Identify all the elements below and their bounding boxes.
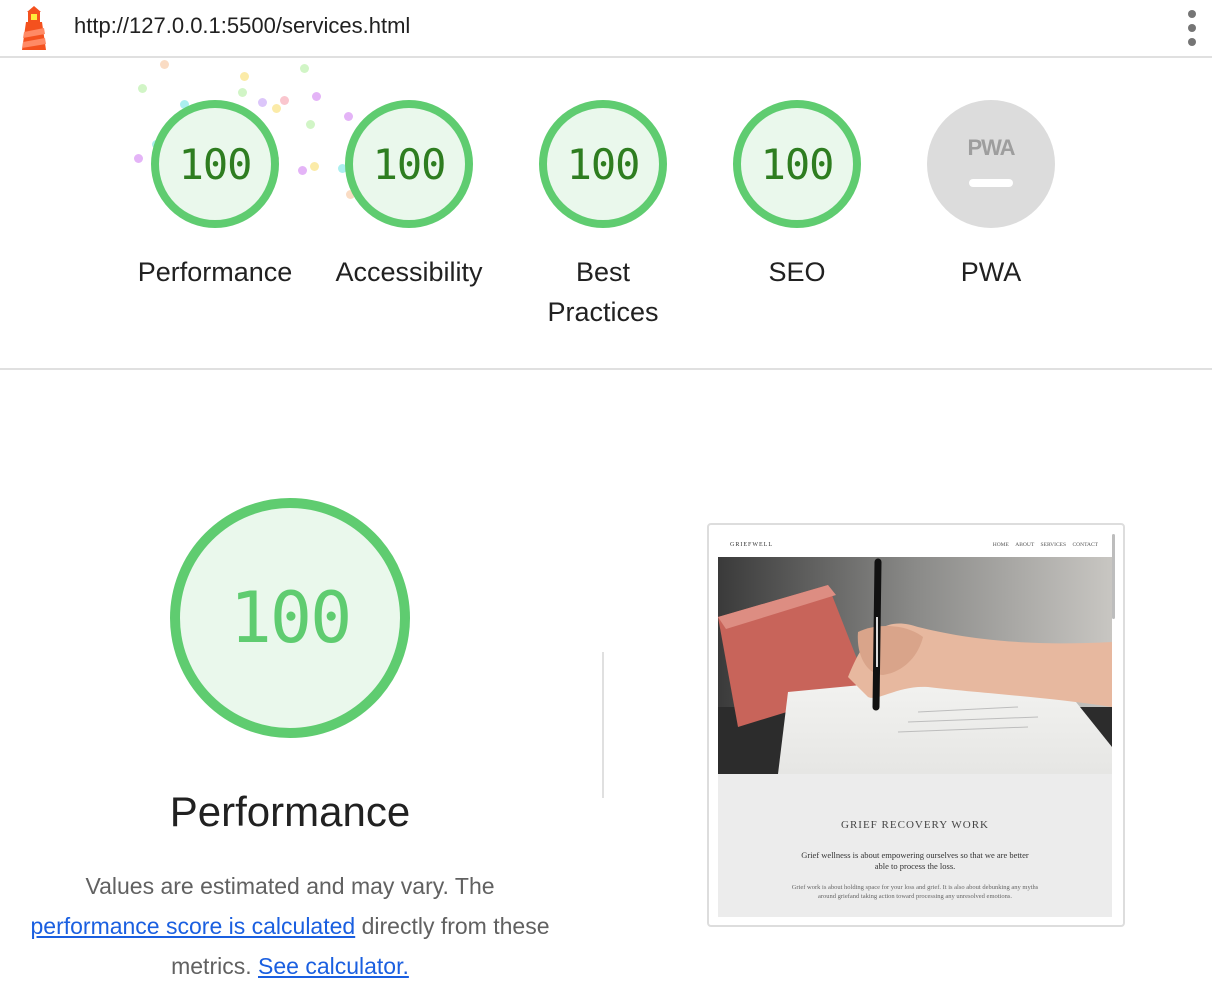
score-value: 100: [372, 139, 447, 189]
score-ring: 100: [345, 100, 473, 228]
gauge-pwa[interactable]: PWA PWA: [901, 100, 1081, 292]
screenshot-logo: GRIEFWELL: [730, 542, 773, 548]
confetti-dot: [160, 60, 169, 69]
screenshot-lead: Grief wellness is about empowering ourse…: [801, 850, 1029, 871]
page-url: http://127.0.0.1:5500/services.html: [74, 13, 411, 38]
nav-services: SERVICES: [1040, 542, 1067, 548]
score-value: 100: [566, 139, 641, 189]
confetti-dot: [300, 64, 309, 73]
score-ring: 100: [539, 100, 667, 228]
confetti-dot: [240, 72, 249, 81]
gauge-best-practices[interactable]: 100 Best Practices: [513, 100, 693, 332]
screenshot-body: Grief work is about holding space for yo…: [791, 884, 1039, 900]
not-applicable-dash: [969, 179, 1013, 187]
gauge-label: Performance: [137, 257, 293, 287]
performance-title: Performance: [169, 788, 411, 835]
screenshot-scrollbar: [1112, 534, 1115, 619]
hero-image: [718, 557, 1112, 774]
gauge-seo[interactable]: 100 SEO: [707, 100, 887, 292]
see-calculator-link[interactable]: See calculator.: [258, 953, 409, 979]
score-calculated-link[interactable]: performance score is calculated: [30, 913, 355, 939]
nav-contact: CONTACT: [1072, 542, 1098, 548]
vertical-divider: [602, 652, 604, 798]
gauge-label: PWA: [960, 257, 1022, 287]
gauge-label: SEO: [768, 257, 826, 287]
score-value: 100: [178, 139, 253, 189]
pwa-badge-icon: PWA: [927, 100, 1055, 228]
score-ring: 100: [733, 100, 861, 228]
lighthouse-icon: [22, 6, 46, 50]
gauge-label: Best Practices: [547, 257, 659, 327]
score-value: 100: [760, 139, 835, 189]
screenshot-page: GRIEFWELL HOME ABOUT SERVICES CONTACT GR…: [718, 534, 1112, 917]
performance-description: Values are estimated and may vary. The p…: [30, 866, 550, 986]
performance-score-value: 100: [229, 577, 352, 659]
gauge-accessibility[interactable]: 100 Accessibility: [319, 100, 499, 292]
gauge-performance[interactable]: 100 Performance: [125, 100, 305, 292]
confetti-dot: [138, 84, 147, 93]
score-ring: 100: [151, 100, 279, 228]
confetti-dot: [306, 120, 315, 129]
final-screenshot[interactable]: GRIEFWELL HOME ABOUT SERVICES CONTACT GR…: [707, 523, 1125, 927]
desc-text-1: Values are estimated and may vary. The: [85, 873, 495, 899]
confetti-dot: [310, 162, 319, 171]
section-divider: [0, 368, 1212, 370]
performance-score-gauge: 100: [170, 498, 410, 738]
nav-about: ABOUT: [1015, 542, 1035, 548]
more-vert-icon[interactable]: [1180, 10, 1204, 46]
nav-home: HOME: [992, 542, 1009, 548]
confetti-dot: [238, 88, 247, 97]
screenshot-heading: GRIEF RECOVERY WORK: [841, 819, 989, 831]
report-header: http://127.0.0.1:5500/services.html: [0, 0, 1212, 58]
pwa-badge-text: PWA: [967, 135, 1015, 160]
screenshot-nav: GRIEFWELL HOME ABOUT SERVICES CONTACT: [718, 534, 1112, 557]
screenshot-nav-links: HOME ABOUT SERVICES CONTACT: [988, 542, 1098, 548]
gauge-label: Accessibility: [335, 257, 483, 287]
